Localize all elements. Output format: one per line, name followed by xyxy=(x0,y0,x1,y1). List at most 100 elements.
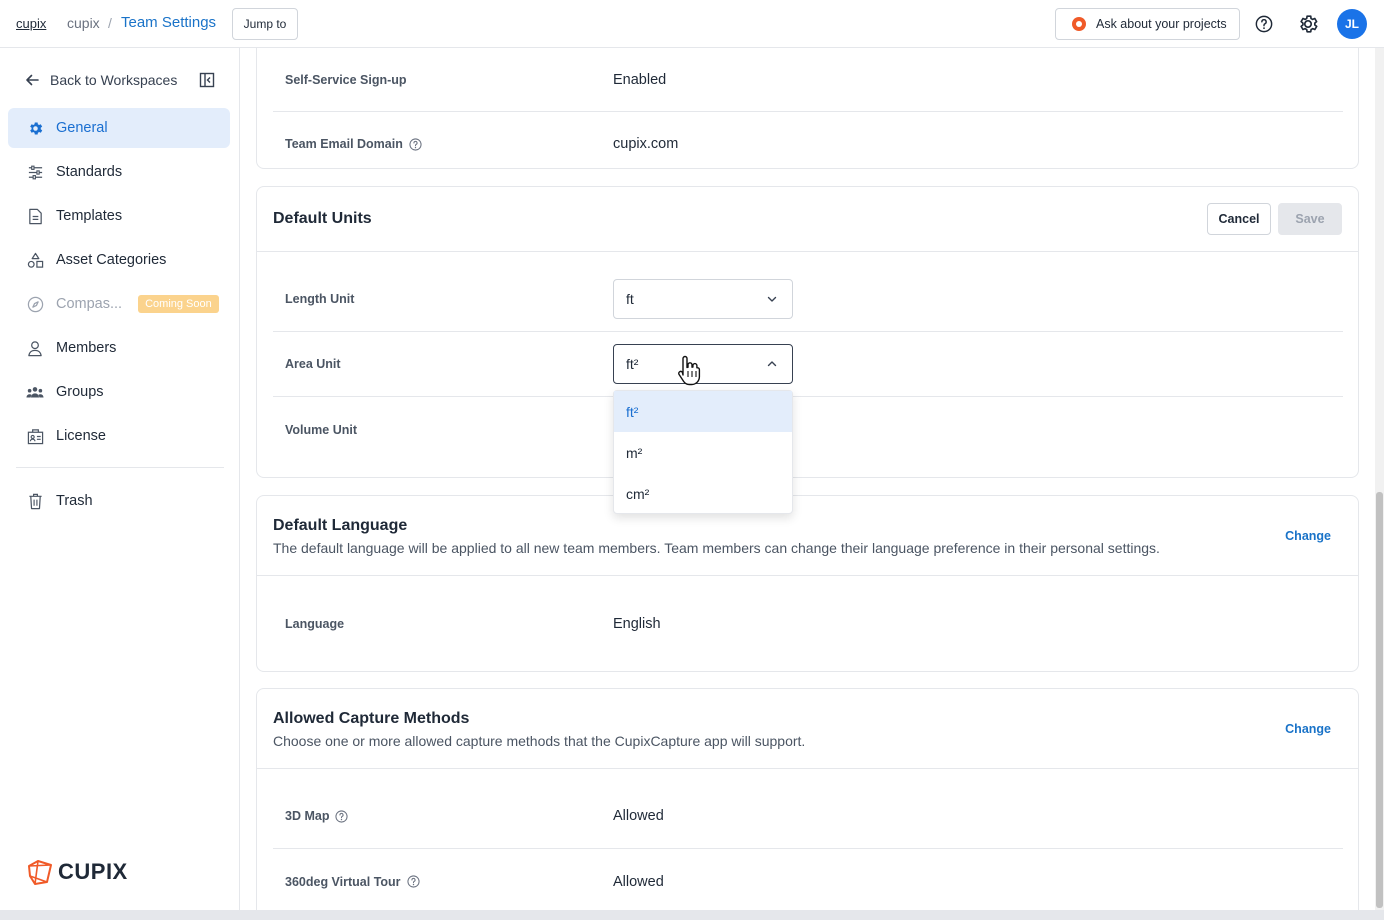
length-unit-label: Length Unit xyxy=(285,292,355,306)
chevron-up-icon xyxy=(767,361,777,367)
coming-soon-badge: Coming Soon xyxy=(138,295,219,313)
sidebar-item-label: Asset Categories xyxy=(56,252,167,268)
length-unit-select[interactable]: ft xyxy=(613,279,793,319)
area-unit-dropdown: ft² m² cm² xyxy=(613,390,793,514)
sidebar-item-compass: Compas... Coming Soon xyxy=(8,284,230,324)
change-capture-link[interactable]: Change xyxy=(1285,722,1331,736)
license-icon xyxy=(27,428,43,444)
jump-to-button[interactable]: Jump to xyxy=(232,8,298,40)
map-label-text: 3D Map xyxy=(285,809,330,823)
ask-projects-label: Ask about your projects xyxy=(1096,17,1227,31)
area-unit-value: ft² xyxy=(626,356,639,372)
default-units-card: Default Units Cancel Save Length Unit ft… xyxy=(256,186,1359,478)
area-unit-label: Area Unit xyxy=(285,357,341,371)
tour-row: 360deg Virtual Tour Allowed xyxy=(273,849,1343,914)
document-icon xyxy=(28,208,42,224)
sidebar-item-label: License xyxy=(56,428,106,444)
tour-label: 360deg Virtual Tour xyxy=(285,875,420,889)
trash-icon xyxy=(28,493,42,509)
sidebar-item-label: General xyxy=(56,120,108,136)
group-icon xyxy=(26,386,44,397)
back-label: Back to Workspaces xyxy=(50,72,178,88)
cupix-logo-icon xyxy=(28,860,52,885)
breadcrumb-separator: / xyxy=(108,15,112,31)
domain-label-text: Team Email Domain xyxy=(285,137,403,151)
card-header-divider xyxy=(257,768,1358,769)
area-option-cm2[interactable]: cm² xyxy=(614,473,792,514)
help-icon[interactable] xyxy=(1255,15,1273,33)
main-content: Self-Service Sign-up Enabled Team Email … xyxy=(240,48,1384,920)
breadcrumb-current[interactable]: Team Settings xyxy=(121,14,216,31)
map-label: 3D Map xyxy=(285,809,349,823)
settings-gear-icon[interactable] xyxy=(1297,13,1319,35)
change-language-link[interactable]: Change xyxy=(1285,529,1331,543)
help-circle-icon[interactable] xyxy=(409,137,422,151)
scrollbar-thumb[interactable] xyxy=(1376,492,1383,908)
default-units-title: Default Units xyxy=(273,210,372,227)
language-value: English xyxy=(613,615,661,632)
area-option-m2[interactable]: m² xyxy=(614,432,792,473)
language-row: Language English xyxy=(273,591,1343,656)
sidebar-item-templates[interactable]: Templates xyxy=(8,196,230,236)
sidebar-item-license[interactable]: License xyxy=(8,416,230,456)
sidebar-item-general[interactable]: General xyxy=(8,108,230,148)
help-circle-icon[interactable] xyxy=(406,875,420,888)
card-header-divider xyxy=(257,251,1358,252)
save-button[interactable]: Save xyxy=(1278,203,1342,235)
capture-methods-title: Allowed Capture Methods xyxy=(273,710,470,727)
gear-icon xyxy=(29,121,42,135)
help-circle-icon[interactable] xyxy=(335,809,349,823)
arrow-left-icon xyxy=(26,74,39,86)
map-row: 3D Map Allowed xyxy=(273,784,1343,849)
sidebar-item-standards[interactable]: Standards xyxy=(8,152,230,192)
sidebar: Back to Workspaces General Standards Tem… xyxy=(0,48,240,920)
back-to-workspaces-link[interactable]: Back to Workspaces xyxy=(24,70,177,90)
volume-unit-label: Volume Unit xyxy=(285,422,357,437)
sidebar-item-label: Templates xyxy=(56,208,123,224)
capture-methods-card: Allowed Capture Methods Choose one or mo… xyxy=(256,688,1359,920)
sidebar-item-asset-categories[interactable]: Asset Categories xyxy=(8,240,230,280)
domain-label: Team Email Domain xyxy=(285,137,422,151)
user-icon xyxy=(28,340,42,356)
area-unit-row: Area Unit ft² xyxy=(273,332,1343,397)
cancel-button[interactable]: Cancel xyxy=(1207,203,1271,235)
area-unit-select[interactable]: ft² xyxy=(613,344,793,384)
default-language-title: Default Language xyxy=(273,517,408,534)
capture-methods-description: Choose one or more allowed capture metho… xyxy=(273,733,806,749)
sidebar-collapse-icon[interactable] xyxy=(199,72,215,88)
compass-icon xyxy=(27,296,43,312)
sliders-icon xyxy=(28,165,42,179)
sidebar-divider xyxy=(16,467,224,468)
user-avatar[interactable]: JL xyxy=(1337,9,1367,39)
default-language-card: Default Language The default language wi… xyxy=(256,495,1359,672)
ask-projects-button[interactable]: Ask about your projects xyxy=(1055,8,1240,40)
shapes-icon xyxy=(27,252,43,268)
sidebar-item-trash[interactable]: Trash xyxy=(8,481,230,521)
area-option-ft2[interactable]: ft² xyxy=(614,391,792,432)
card-header-divider xyxy=(257,575,1358,576)
tour-value: Allowed xyxy=(613,873,664,890)
horizontal-scroll-strip xyxy=(0,910,1384,920)
team-info-card: Self-Service Sign-up Enabled Team Email … xyxy=(256,48,1359,169)
map-value: Allowed xyxy=(613,808,664,824)
breadcrumb-workspace[interactable]: cupix xyxy=(67,15,100,31)
sidebar-item-label: Compas... xyxy=(56,296,123,312)
sidebar-item-groups[interactable]: Groups xyxy=(8,372,230,412)
length-unit-value: ft xyxy=(626,291,634,307)
domain-row: Team Email Domain cupix.com xyxy=(273,112,1343,176)
tour-label-text: 360deg Virtual Tour xyxy=(285,874,401,889)
hand-cursor-icon xyxy=(678,355,701,386)
chevron-down-icon xyxy=(767,296,777,302)
length-unit-row: Length Unit ft xyxy=(273,267,1343,332)
top-bar: cupix cupix / Team Settings Jump to Ask … xyxy=(0,0,1384,48)
default-language-description: The default language will be applied to … xyxy=(273,540,1160,556)
volume-unit-row: Volume Unit xyxy=(273,397,1343,462)
signup-value: Enabled xyxy=(613,71,667,88)
sidebar-item-label: Trash xyxy=(56,493,93,509)
sidebar-item-label: Members xyxy=(56,340,117,356)
sidebar-item-label: Standards xyxy=(56,164,123,180)
home-logo-link[interactable]: cupix xyxy=(16,16,46,31)
brand-text: CUPIX xyxy=(58,859,128,884)
ai-assistant-icon xyxy=(1072,17,1086,31)
sidebar-item-members[interactable]: Members xyxy=(8,328,230,368)
